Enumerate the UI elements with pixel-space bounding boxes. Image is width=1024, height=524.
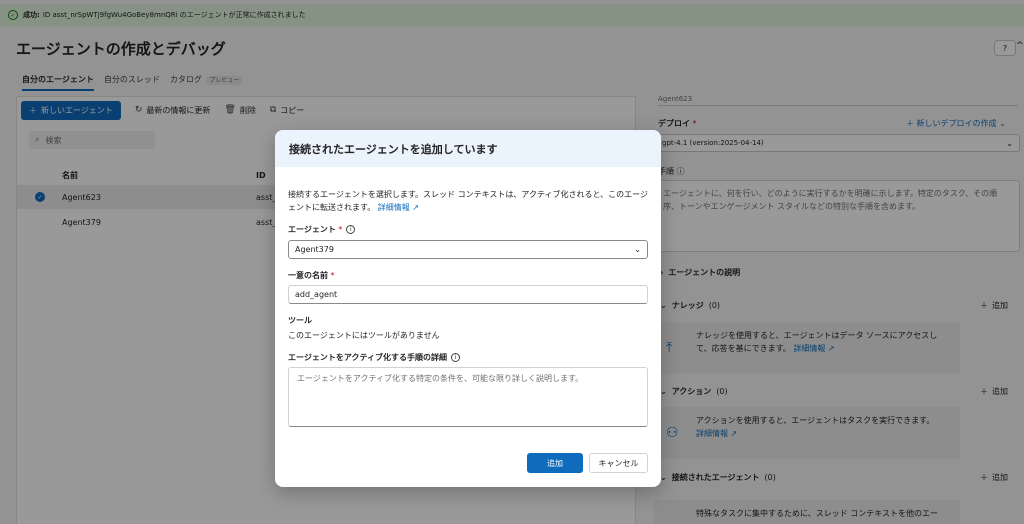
activation-steps-label: エージェントをアクティブ化する手順の詳細 i [288, 352, 460, 363]
tools-empty-text: このエージェントにはツールがありません [288, 331, 440, 340]
activation-steps-textarea[interactable]: エージェントをアクティブ化する特定の条件を、可能な限り詳しく説明します。 [288, 367, 648, 427]
tools-label: ツール [288, 316, 312, 325]
chevron-down-icon: ⌄ [634, 245, 641, 254]
info-icon[interactable]: i [346, 225, 356, 234]
unique-name-label-text: 一意の名前 [288, 271, 328, 280]
agent-select[interactable]: Agent379 ⌄ [288, 240, 648, 259]
required-marker: * [335, 225, 343, 234]
agent-select-value: Agent379 [295, 245, 334, 254]
dialog-description: 接続するエージェントを選択します。スレッド コンテキストは、アクティブ化されると… [288, 188, 650, 214]
unique-name-label: 一意の名前 * [288, 270, 335, 281]
learn-more-label: 詳細情報 [377, 203, 410, 212]
unique-name-input[interactable]: add_agent [288, 285, 648, 304]
add-connected-agent-dialog: 接続されたエージェントを追加しています 接続するエージェントを選択します。スレッ… [275, 130, 661, 487]
agent-label-text: エージェント [288, 225, 336, 234]
agent-field-label: エージェント * i [288, 224, 356, 235]
info-icon[interactable]: i [450, 353, 460, 362]
required-marker: * [328, 271, 335, 280]
dialog-title: 接続されたエージェントを追加しています [275, 130, 661, 167]
add-button[interactable]: 追加 [527, 453, 583, 473]
activation-steps-label-text: エージェントをアクティブ化する手順の詳細 [288, 353, 447, 362]
learn-more-link[interactable]: 詳細情報 ↗ [378, 203, 419, 212]
dialog-description-text: 接続するエージェントを選択します。スレッド コンテキストは、アクティブ化されると… [288, 190, 648, 212]
cancel-button[interactable]: キャンセル [589, 453, 648, 473]
